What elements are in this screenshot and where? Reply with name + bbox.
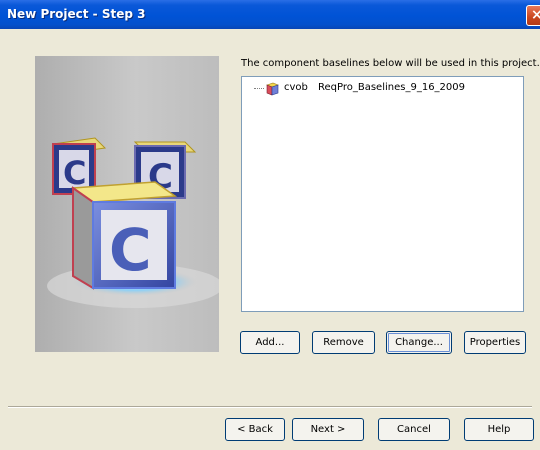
svg-text:C: C (63, 154, 86, 192)
properties-button[interactable]: Properties (464, 331, 526, 354)
tree-connector (254, 88, 264, 89)
title-bar[interactable]: New Project - Step 3 × (0, 0, 540, 29)
baselines-description: The component baselines below will be us… (241, 58, 540, 69)
clearcase-blocks-illustration: C C C (47, 137, 219, 308)
window-title: New Project - Step 3 (7, 7, 146, 21)
help-button[interactable]: Help (464, 418, 534, 441)
change-button[interactable]: Change... (386, 331, 452, 354)
component-name: cvob (284, 82, 308, 93)
back-button[interactable]: < Back (225, 418, 285, 441)
next-button[interactable]: Next > (292, 418, 364, 441)
new-project-dialog: New Project - Step 3 × C C C The compone… (0, 0, 540, 450)
baselines-tree[interactable]: cvob ReqPro_Baselines_9_16_2009 (241, 76, 524, 312)
svg-text:C: C (109, 216, 152, 284)
remove-button[interactable]: Remove (312, 331, 375, 354)
close-icon: × (531, 7, 540, 23)
cancel-button[interactable]: Cancel (378, 418, 450, 441)
wizard-illustration: C C C (35, 56, 219, 352)
baseline-name: ReqPro_Baselines_9_16_2009 (318, 82, 466, 93)
button-separator (8, 406, 532, 408)
close-button[interactable]: × (526, 5, 540, 26)
component-icon (266, 82, 279, 96)
add-button[interactable]: Add... (240, 331, 300, 354)
